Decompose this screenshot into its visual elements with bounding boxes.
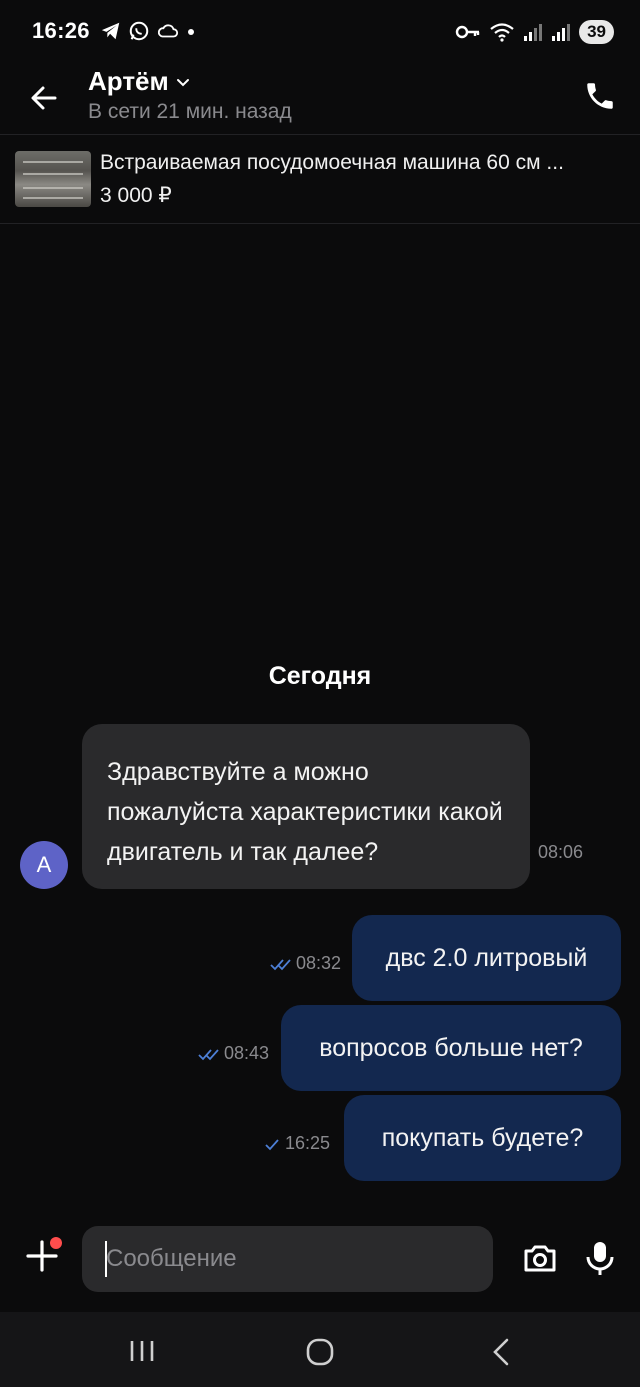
telegram-icon	[101, 22, 120, 40]
message-time: 08:32	[296, 953, 342, 973]
home-icon	[306, 1338, 334, 1366]
whatsapp-icon	[129, 21, 149, 41]
contact-name-button[interactable]: Артём	[88, 66, 191, 97]
arrow-left-icon	[31, 86, 57, 110]
date-separator: Сегодня	[268, 662, 372, 690]
call-button[interactable]	[578, 74, 622, 118]
wifi-icon	[490, 23, 514, 42]
back-button[interactable]	[24, 78, 64, 118]
notification-dot	[50, 1237, 62, 1249]
contact-name: Артём	[88, 66, 169, 96]
contact-status: В сети 21 мин. назад	[88, 100, 292, 123]
message-time: 16:25	[285, 1133, 331, 1153]
message-bubble-outgoing[interactable]: покупать будете?	[344, 1095, 621, 1181]
microphone-button[interactable]	[582, 1238, 618, 1278]
signal-icon	[524, 24, 543, 41]
double-check-icon	[270, 958, 291, 970]
dot-icon	[188, 29, 194, 35]
text-caret	[105, 1241, 107, 1277]
battery-indicator: 39	[579, 20, 614, 44]
message-bubble-incoming[interactable]: Здравствуйте а можно пожалуйста характер…	[82, 724, 530, 889]
listing-thumbnail	[15, 151, 91, 207]
status-icons-right: 39	[455, 20, 614, 44]
chevron-down-icon	[176, 78, 189, 86]
chevron-left-icon	[493, 1338, 509, 1366]
camera-button[interactable]	[520, 1238, 560, 1278]
avatar[interactable]: A	[20, 841, 68, 889]
signal-icon	[552, 24, 571, 41]
recent-apps-icon	[130, 1341, 154, 1361]
message-time: 08:43	[224, 1043, 270, 1063]
listing-title: Встраиваемая посудомоечная машина 60 см …	[100, 151, 564, 174]
message-bubble-outgoing[interactable]: двс 2.0 литровый	[352, 915, 621, 1001]
double-check-icon	[198, 1048, 219, 1060]
cloud-icon	[157, 24, 179, 38]
system-back-button[interactable]	[484, 1334, 520, 1370]
message-meta: 08:43	[198, 1043, 269, 1064]
message-bubble-outgoing[interactable]: вопросов больше нет?	[281, 1005, 621, 1091]
status-icons-left	[100, 20, 196, 42]
key-icon	[455, 25, 480, 39]
recent-apps-button[interactable]	[124, 1336, 160, 1366]
message-time: 08:06	[538, 842, 584, 862]
microphone-icon	[586, 1242, 614, 1275]
message-meta: 08:32	[270, 953, 341, 974]
system-nav-bar	[0, 1312, 640, 1387]
listing-card[interactable]: Встраиваемая посудомоечная машина 60 см …	[0, 134, 640, 224]
chat-header: Артём В сети 21 мин. назад	[0, 66, 640, 134]
home-button[interactable]	[302, 1334, 338, 1370]
phone-icon	[587, 83, 613, 109]
status-bar: 16:26 39	[0, 0, 640, 66]
camera-icon	[524, 1245, 556, 1272]
message-input[interactable]	[82, 1226, 493, 1292]
message-meta: 16:25	[263, 1133, 330, 1154]
status-time: 16:26	[32, 18, 90, 43]
check-icon	[265, 1138, 279, 1150]
listing-price: 3 000 ₽	[100, 184, 172, 207]
